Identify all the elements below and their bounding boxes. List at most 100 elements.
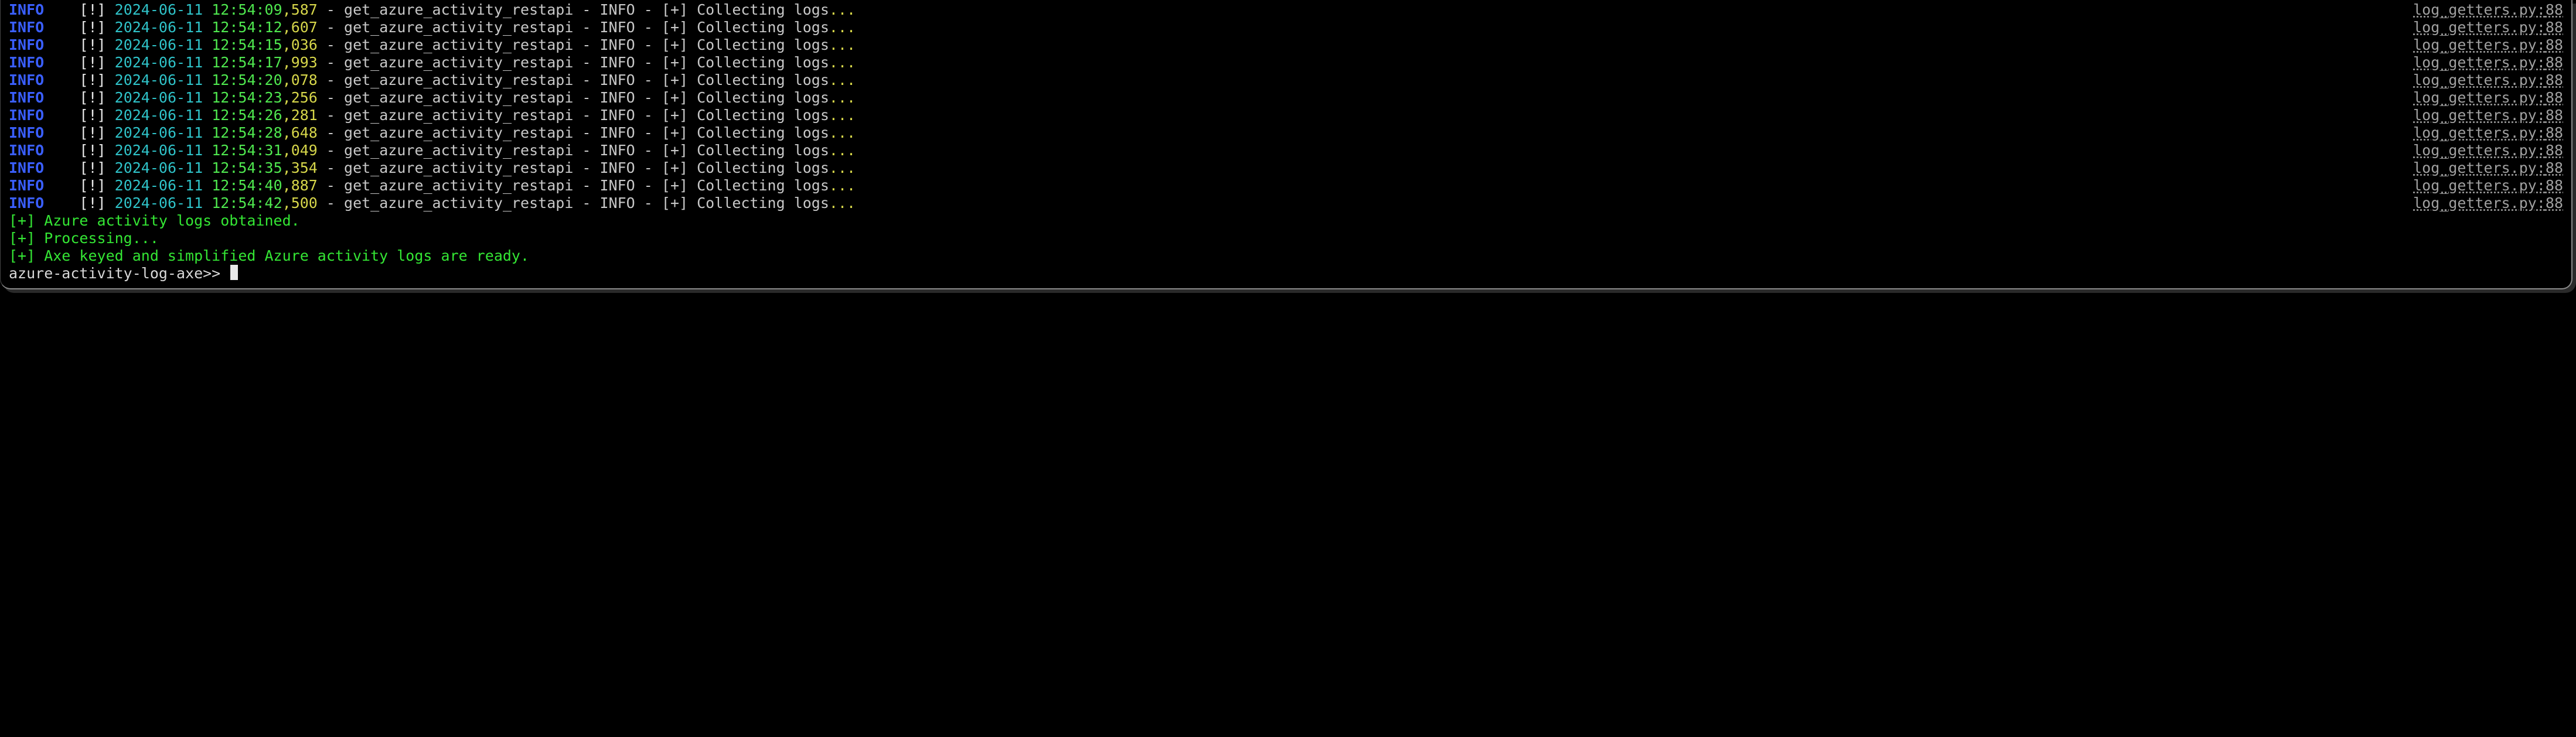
log-line: INFO [!] 2024-06-11 12:54:12,607 - get_a… (9, 19, 2563, 36)
log-line: INFO [!] 2024-06-11 12:54:20,078 - get_a… (9, 71, 2563, 89)
log-message: Collecting logs (697, 159, 829, 176)
log-lineno: 88 (2546, 195, 2563, 211)
log-level: INFO (9, 1, 44, 18)
log-source: get_azure_activity_restapi (344, 71, 573, 88)
log-time: 12:54:26 (212, 107, 282, 124)
log-source: get_azure_activity_restapi (344, 177, 573, 194)
log-message: Collecting logs (697, 54, 829, 71)
log-level: INFO (9, 36, 44, 53)
log-ms: ,587 (282, 1, 318, 18)
log-source: get_azure_activity_restapi (344, 195, 573, 211)
log-level2: INFO (600, 159, 635, 176)
log-lineno: 88 (2546, 107, 2563, 124)
log-plus: [+] (662, 1, 688, 18)
log-plus: [+] (662, 71, 688, 88)
log-file: log_getters.py (2413, 159, 2537, 176)
status-text: [+] Axe keyed and simplified Azure activ… (9, 247, 529, 265)
log-output: INFO [!] 2024-06-11 12:54:09,587 - get_a… (9, 1, 2563, 212)
log-level: INFO (9, 89, 44, 106)
log-bang: [!] (79, 107, 105, 124)
log-source: get_azure_activity_restapi (344, 89, 573, 106)
log-bang: [!] (79, 54, 105, 71)
log-source: get_azure_activity_restapi (344, 107, 573, 124)
log-ms: ,500 (282, 195, 318, 211)
log-plus: [+] (662, 54, 688, 71)
log-time: 12:54:35 (212, 159, 282, 176)
log-level: INFO (9, 124, 44, 141)
log-dots: ... (829, 1, 856, 18)
log-level2: INFO (600, 71, 635, 88)
log-dots: ... (829, 19, 856, 36)
log-dots: ... (829, 71, 856, 88)
log-level2: INFO (600, 142, 635, 159)
log-level2: INFO (600, 19, 635, 36)
log-ms: ,036 (282, 36, 318, 53)
log-line: INFO [!] 2024-06-11 12:54:15,036 - get_a… (9, 36, 2563, 54)
log-line: INFO [!] 2024-06-11 12:54:17,993 - get_a… (9, 54, 2563, 71)
log-level: INFO (9, 195, 44, 211)
log-level2: INFO (600, 36, 635, 53)
log-message: Collecting logs (697, 142, 829, 159)
log-dots: ... (829, 107, 856, 124)
log-bang: [!] (79, 195, 105, 211)
log-dots: ... (829, 177, 856, 194)
terminal-window[interactable]: INFO [!] 2024-06-11 12:54:09,587 - get_a… (0, 0, 2572, 289)
log-plus: [+] (662, 195, 688, 211)
log-source: get_azure_activity_restapi (344, 124, 573, 141)
log-plus: [+] (662, 107, 688, 124)
log-file: log_getters.py (2413, 124, 2537, 141)
log-level2: INFO (600, 1, 635, 18)
log-file: log_getters.py (2413, 36, 2537, 53)
log-plus: [+] (662, 89, 688, 106)
log-ms: ,648 (282, 124, 318, 141)
log-plus: [+] (662, 159, 688, 176)
log-file: log_getters.py (2413, 54, 2537, 71)
log-dots: ... (829, 54, 856, 71)
log-ms: ,281 (282, 107, 318, 124)
log-source: get_azure_activity_restapi (344, 36, 573, 53)
log-source: get_azure_activity_restapi (344, 142, 573, 159)
log-time: 12:54:17 (212, 54, 282, 71)
log-line: INFO [!] 2024-06-11 12:54:40,887 - get_a… (9, 177, 2563, 195)
log-date: 2024-06-11 (115, 71, 203, 88)
log-bang: [!] (79, 142, 105, 159)
status-line: [+] Axe keyed and simplified Azure activ… (9, 247, 2563, 265)
log-level2: INFO (600, 107, 635, 124)
log-source: get_azure_activity_restapi (344, 19, 573, 36)
log-file: log_getters.py (2413, 107, 2537, 124)
log-date: 2024-06-11 (115, 142, 203, 159)
log-level: INFO (9, 19, 44, 36)
log-plus: [+] (662, 19, 688, 36)
log-bang: [!] (79, 124, 105, 141)
log-ms: ,256 (282, 89, 318, 106)
log-line: INFO [!] 2024-06-11 12:54:35,354 - get_a… (9, 159, 2563, 177)
log-level2: INFO (600, 54, 635, 71)
log-date: 2024-06-11 (115, 159, 203, 176)
log-time: 12:54:15 (212, 36, 282, 53)
log-message: Collecting logs (697, 1, 829, 18)
log-line: INFO [!] 2024-06-11 12:54:26,281 - get_a… (9, 107, 2563, 124)
log-bang: [!] (79, 89, 105, 106)
log-message: Collecting logs (697, 36, 829, 53)
log-date: 2024-06-11 (115, 19, 203, 36)
log-source: get_azure_activity_restapi (344, 159, 573, 176)
log-level: INFO (9, 107, 44, 124)
log-date: 2024-06-11 (115, 177, 203, 194)
log-date: 2024-06-11 (115, 124, 203, 141)
log-file: log_getters.py (2413, 71, 2537, 88)
log-ms: ,887 (282, 177, 318, 194)
log-date: 2024-06-11 (115, 54, 203, 71)
log-file: log_getters.py (2413, 177, 2537, 194)
log-lineno: 88 (2546, 19, 2563, 36)
log-plus: [+] (662, 177, 688, 194)
log-lineno: 88 (2546, 177, 2563, 194)
log-bang: [!] (79, 177, 105, 194)
status-text: [+] Processing... (9, 230, 159, 247)
log-bang: [!] (79, 19, 105, 36)
log-message: Collecting logs (697, 195, 829, 211)
log-lineno: 88 (2546, 54, 2563, 71)
log-level2: INFO (600, 89, 635, 106)
log-source: get_azure_activity_restapi (344, 54, 573, 71)
log-date: 2024-06-11 (115, 195, 203, 211)
prompt-line[interactable]: azure-activity-log-axe>> (9, 265, 2563, 282)
